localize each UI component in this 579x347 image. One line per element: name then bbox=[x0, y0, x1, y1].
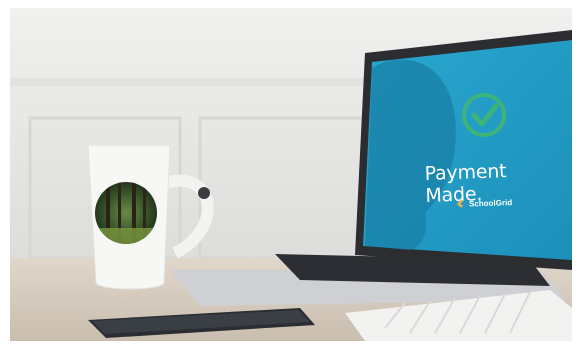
brand-logo-group: SchoolGrid bbox=[456, 197, 512, 209]
brand-name: SchoolGrid bbox=[468, 197, 513, 209]
photo-frame: Payment Made. SchoolGrid bbox=[10, 8, 572, 341]
schoolgrid-logo-icon bbox=[457, 199, 464, 208]
mug-knob bbox=[198, 187, 210, 199]
